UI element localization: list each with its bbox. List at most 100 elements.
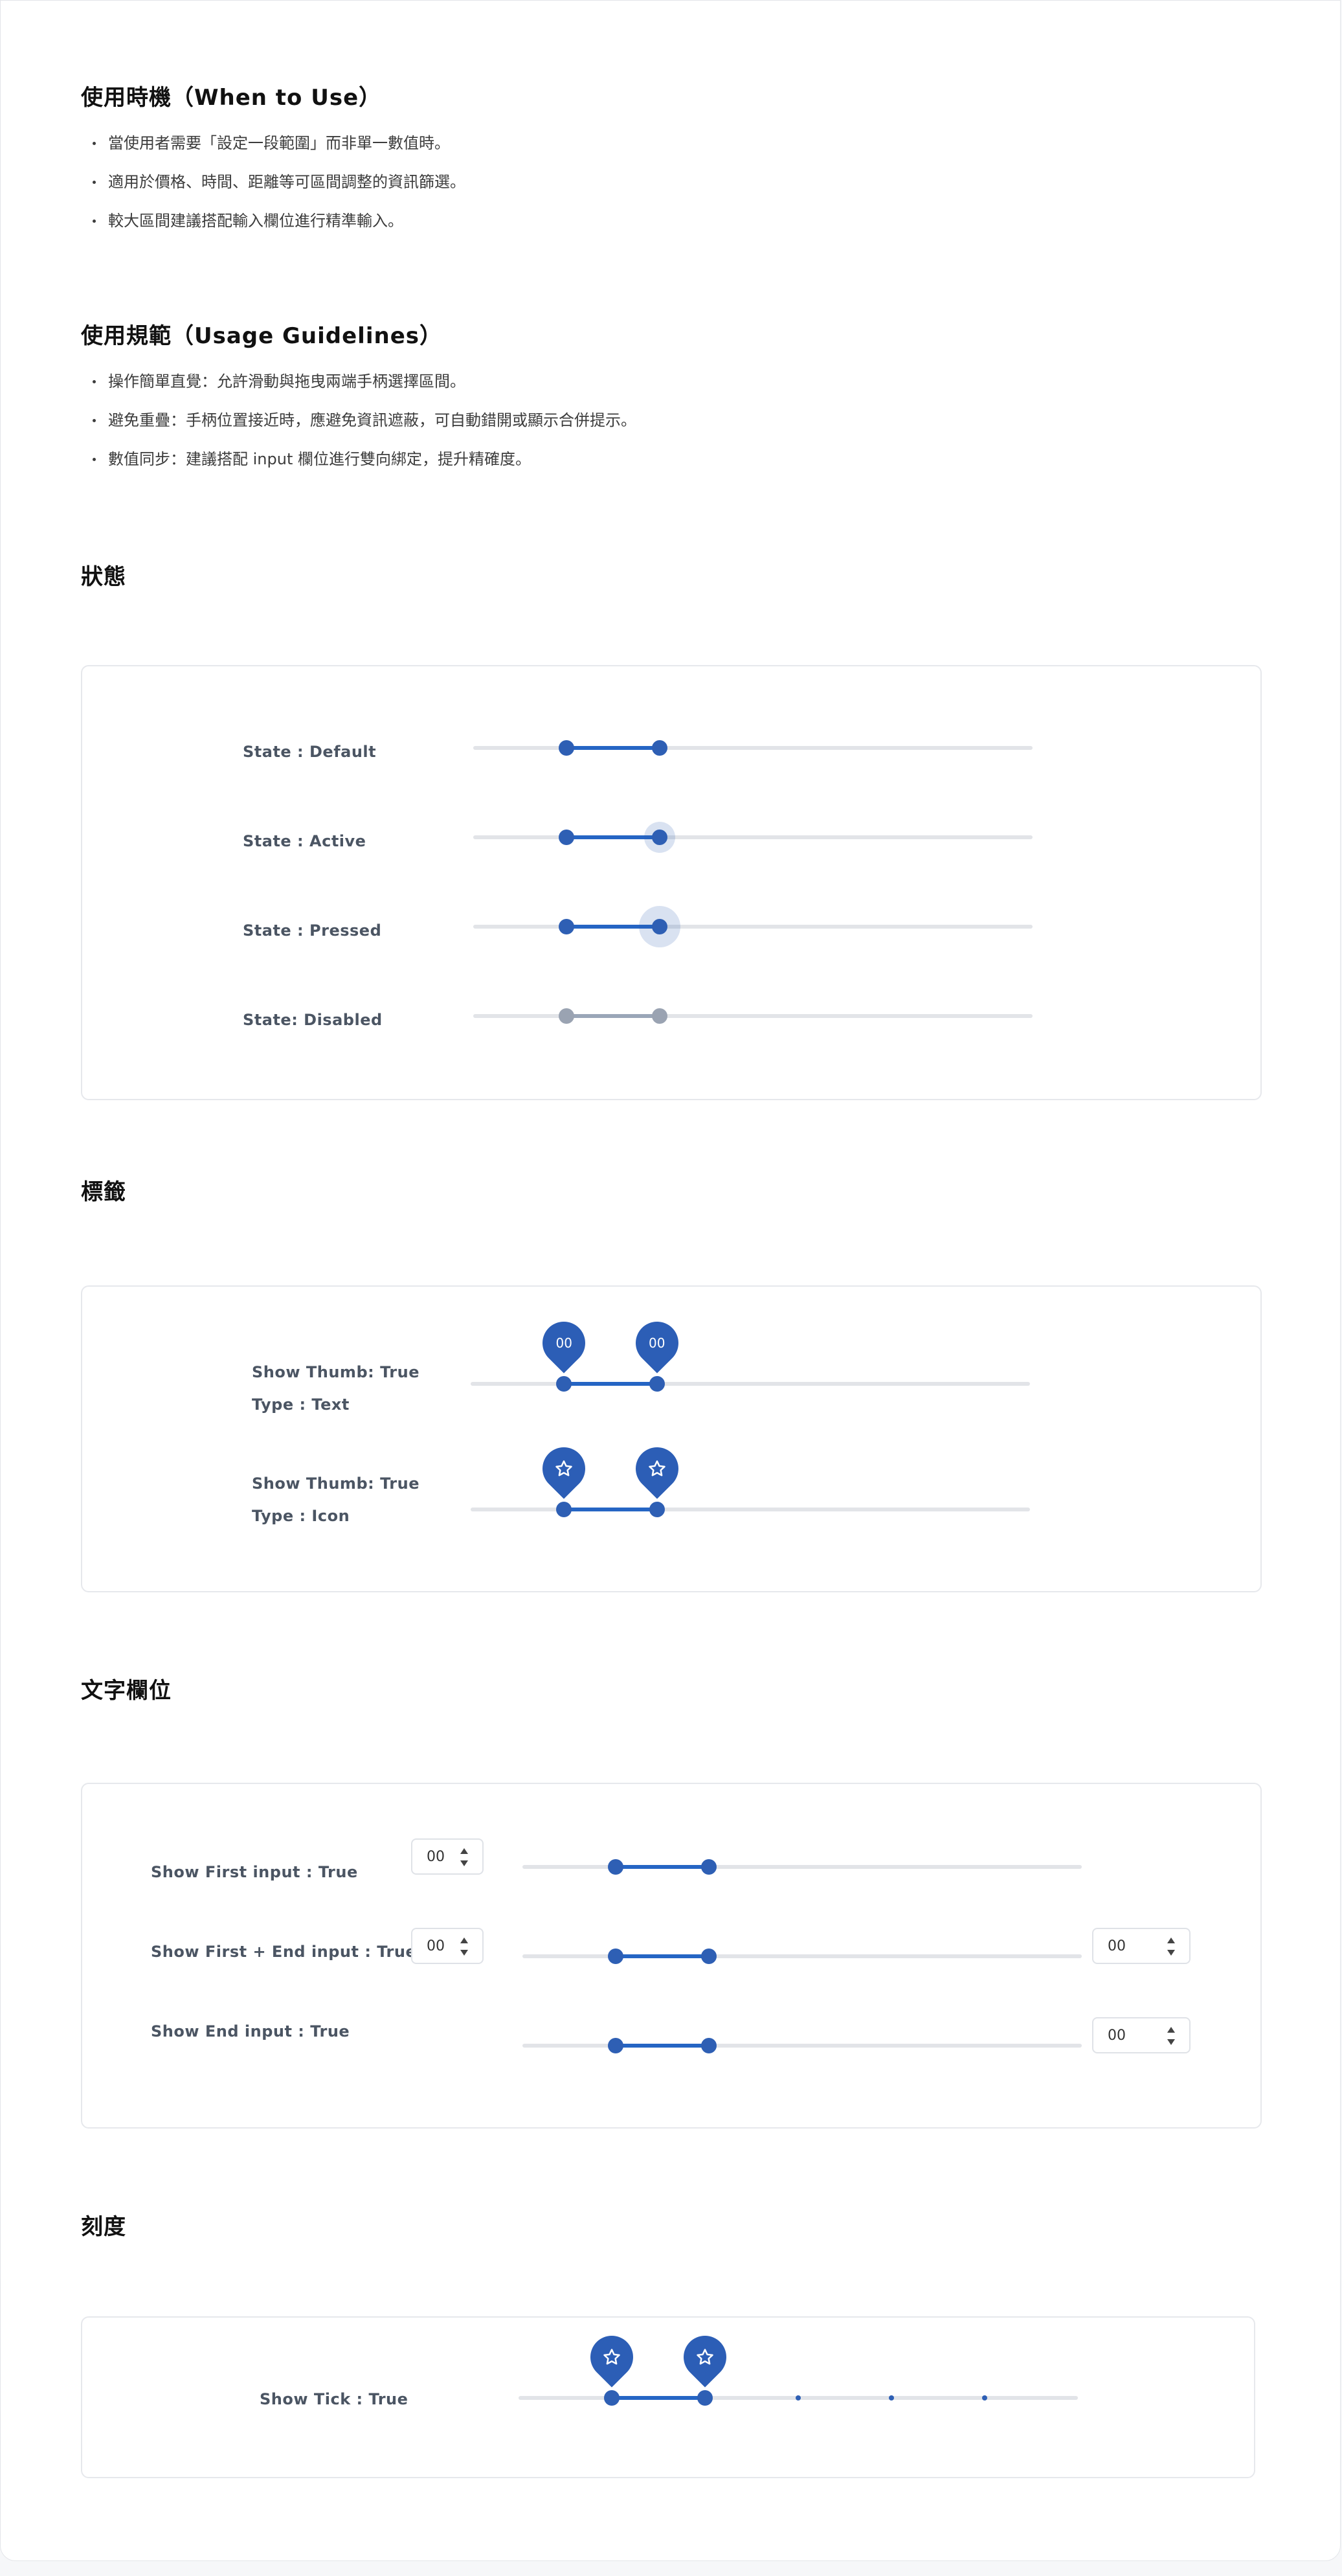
page-card: 使用時機（When to Use） 當使用者需要「設定一段範圍」而非單一數值時。…: [0, 0, 1341, 2561]
labels-panel: Show Thumb: True Type : Text Show Thumb:…: [81, 1285, 1262, 1592]
ticks-title: 刻度: [81, 2214, 126, 2240]
state-pressed-label: State : Pressed: [243, 921, 382, 940]
end-value-text: 00: [1108, 2027, 1126, 2044]
start-thumb[interactable]: [608, 2038, 624, 2053]
ticks-panel: Show Tick : True: [81, 2316, 1255, 2478]
end-thumb[interactable]: [651, 740, 667, 756]
state-disabled-label: State: Disabled: [243, 1011, 383, 1029]
slider-track[interactable]: [522, 1954, 1082, 1958]
list-item: 當使用者需要「設定一段範圍」而非單一數值時。: [81, 135, 465, 174]
slider-range-fill: [616, 1954, 709, 1958]
list-item: 數值同步：建議搭配 input 欄位進行雙向綁定，提升精確度。: [81, 451, 636, 490]
star-icon: [590, 2336, 633, 2378]
list-item-text: 當使用者需要「設定一段範圍」而非單一數值時。: [108, 134, 450, 152]
star-icon: [542, 1447, 585, 1490]
slider-range-fill: [616, 1865, 709, 1869]
bullet-dot: [93, 142, 96, 145]
state-default-label: State : Default: [243, 743, 377, 761]
end-thumb[interactable]: [651, 919, 667, 934]
label-icon-line2: Type : Icon: [252, 1507, 350, 1525]
usage-guidelines-title: 使用規範（Usage Guidelines）: [81, 323, 442, 349]
list-item-text: 數值同步：建議搭配 input 欄位進行雙向綁定，提升精確度。: [108, 450, 531, 468]
text-fields-panel: Show First input : True Show First + End…: [81, 1783, 1262, 2129]
end-value-input[interactable]: 00: [1092, 2017, 1191, 2053]
end-value-text: 00: [1108, 1938, 1126, 1954]
states-panel: State : Default State : Active State : P…: [81, 665, 1262, 1100]
slider-track[interactable]: [471, 1508, 1030, 1511]
when-to-use-title: 使用時機（When to Use）: [81, 85, 382, 111]
slider-track[interactable]: [473, 1014, 1033, 1018]
list-item-text: 較大區間建議搭配輸入欄位進行精準輸入。: [108, 212, 403, 230]
end-thumb[interactable]: [697, 2390, 713, 2406]
list-item-text: 適用於價格、時間、距離等可區間調整的資訊篩選。: [108, 173, 465, 191]
bullet-dot: [93, 380, 96, 383]
end-thumb[interactable]: [649, 1376, 665, 1392]
first-value-text: 00: [427, 1938, 445, 1954]
slider-range-fill: [564, 1508, 657, 1511]
bullet-dot: [93, 419, 96, 422]
slider-track[interactable]: [473, 746, 1033, 750]
stepper-arrows-icon[interactable]: [1167, 2027, 1175, 2045]
end-value-input[interactable]: 00: [1092, 1928, 1191, 1964]
start-thumb[interactable]: [556, 1502, 572, 1517]
list-item: 較大區間建議搭配輸入欄位進行精準輸入。: [81, 213, 465, 252]
states-title: 狀態: [81, 564, 126, 590]
usage-guidelines-list: 操作簡單直覺：允許滑動與拖曳兩端手柄選擇區間。 避免重疊：手柄位置接近時，應避免…: [81, 374, 636, 490]
start-thumb[interactable]: [556, 1376, 572, 1392]
tick-mark: [796, 2395, 801, 2401]
slider-track[interactable]: [473, 835, 1033, 839]
end-thumb[interactable]: [651, 830, 667, 845]
first-value-input[interactable]: 00: [411, 1928, 484, 1964]
star-icon: [636, 1447, 678, 1490]
slider-range-fill: [566, 1014, 660, 1018]
pin-value-text: 00: [648, 1335, 665, 1351]
slider-range-fill: [564, 1382, 657, 1386]
first-input-label: Show First input : True: [151, 1863, 358, 1881]
start-thumb[interactable]: [559, 919, 575, 934]
when-to-use-list: 當使用者需要「設定一段範圍」而非單一數值時。 適用於價格、時間、距離等可區間調整…: [81, 135, 465, 252]
pin-value-text: 00: [555, 1335, 572, 1351]
stepper-arrows-icon[interactable]: [460, 1848, 468, 1866]
list-item: 適用於價格、時間、距離等可區間調整的資訊篩選。: [81, 174, 465, 213]
end-thumb: [651, 1008, 667, 1024]
start-thumb[interactable]: [608, 1949, 624, 1964]
start-thumb[interactable]: [608, 1859, 624, 1875]
slider-track[interactable]: [473, 925, 1033, 929]
slider-range-fill: [612, 2396, 705, 2400]
end-thumb[interactable]: [700, 2038, 717, 2053]
slider-track[interactable]: [522, 2044, 1082, 2048]
bullet-dot: [93, 220, 96, 223]
list-item-text: 操作簡單直覺：允許滑動與拖曳兩端手柄選擇區間。: [108, 372, 465, 390]
labels-title: 標籤: [81, 1179, 126, 1205]
text-fields-title: 文字欄位: [81, 1678, 172, 1704]
start-thumb[interactable]: [559, 740, 575, 756]
label-text-line2: Type : Text: [252, 1395, 350, 1414]
first-value-text: 00: [427, 1848, 445, 1865]
first-end-input-label: Show First + End input : True: [151, 1943, 417, 1961]
slider-range-fill: [616, 2044, 709, 2048]
slider-range-fill: [566, 746, 660, 750]
list-item-text: 避免重疊：手柄位置接近時，應避免資訊遮蔽，可自動錯開或顯示合併提示。: [108, 411, 636, 429]
list-item: 操作簡單直覺：允許滑動與拖曳兩端手柄選擇區間。: [81, 374, 636, 412]
start-thumb[interactable]: [559, 830, 575, 845]
end-thumb[interactable]: [700, 1949, 717, 1964]
show-tick-label: Show Tick : True: [260, 2390, 408, 2408]
star-icon: [684, 2336, 726, 2378]
label-icon-line1: Show Thumb: True: [252, 1474, 420, 1493]
first-value-input[interactable]: 00: [411, 1838, 484, 1875]
start-thumb[interactable]: [604, 2390, 620, 2406]
label-text-line1: Show Thumb: True: [252, 1363, 420, 1381]
start-thumb: [559, 1008, 575, 1024]
list-item: 避免重疊：手柄位置接近時，應避免資訊遮蔽，可自動錯開或顯示合併提示。: [81, 412, 636, 451]
tick-mark: [981, 2395, 987, 2401]
slider-track[interactable]: [522, 1865, 1082, 1869]
bullet-dot: [93, 181, 96, 184]
stepper-arrows-icon[interactable]: [460, 1938, 468, 1956]
state-active-label: State : Active: [243, 832, 366, 850]
end-input-label: Show End input : True: [151, 2022, 350, 2040]
slider-track[interactable]: [471, 1382, 1030, 1386]
end-thumb[interactable]: [700, 1859, 717, 1875]
bullet-dot: [93, 458, 96, 461]
stepper-arrows-icon[interactable]: [1167, 1938, 1175, 1956]
end-thumb[interactable]: [649, 1502, 665, 1517]
